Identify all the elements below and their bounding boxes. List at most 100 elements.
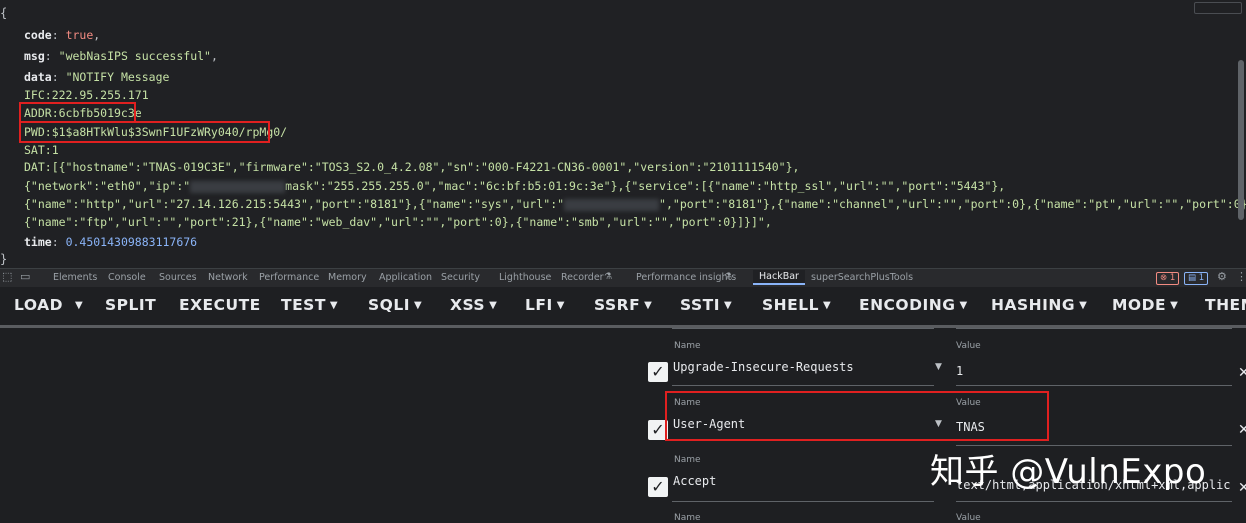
caret-down-icon: ▼: [1079, 300, 1088, 311]
name-underline: [672, 385, 934, 386]
menu-execute-label: EXECUTE: [179, 296, 261, 314]
data-line-network: {"network":"eth0","ip":" mask":"255.255.2…: [24, 179, 1005, 194]
menu-execute[interactable]: EXECUTE: [179, 296, 261, 314]
flask-icon: ⚗: [604, 272, 613, 282]
tab-supersearchplustools[interactable]: superSearchPlusTools: [811, 272, 913, 283]
kebab-menu-icon[interactable]: ⋮: [1236, 271, 1246, 283]
menu-mode-label: MODE: [1112, 296, 1167, 314]
json-close-brace: }: [0, 252, 8, 266]
menu-test[interactable]: TEST ▼: [281, 296, 338, 314]
menu-hashing[interactable]: HASHING ▼: [991, 296, 1087, 314]
header-value-input[interactable]: 1: [956, 364, 963, 378]
data-line-ftp: {"name":"ftp","url":"","port":21},{"name…: [24, 215, 772, 229]
menu-hashing-label: HASHING: [991, 296, 1076, 314]
header-name-input[interactable]: Upgrade-Insecure-Requests: [673, 360, 854, 374]
caret-down-icon: ▼: [489, 300, 498, 311]
header-enabled-checkbox[interactable]: ✓: [648, 477, 668, 497]
check-icon: ✓: [651, 420, 665, 439]
message-count-badge[interactable]: ▤ 1: [1184, 272, 1209, 285]
tab-lighthouse[interactable]: Lighthouse: [499, 272, 551, 283]
menu-encoding-label: ENCODING: [859, 296, 956, 314]
menu-sqli[interactable]: SQLI ▼: [368, 296, 422, 314]
caret-down-icon: ▼: [723, 300, 733, 311]
caret-down-icon: ▼: [413, 300, 423, 311]
menu-encoding[interactable]: ENCODING ▼: [859, 296, 968, 314]
zhihu-watermark: 知乎 @VulnExpo: [930, 452, 1207, 492]
caret-down-icon: ▼: [644, 300, 653, 311]
tab-application[interactable]: Application: [379, 272, 432, 283]
menu-split-label: SPLIT: [105, 296, 157, 314]
tab-sources[interactable]: Sources: [159, 272, 197, 283]
json-value-code: true: [65, 28, 94, 42]
value-underline: [956, 328, 1232, 329]
tab-memory[interactable]: Memory: [328, 272, 367, 283]
json-value-data-head: "NOTIFY Message: [65, 70, 170, 84]
close-icon[interactable]: ✕: [1238, 480, 1246, 496]
caret-down-icon[interactable]: ▼: [935, 362, 942, 372]
tab-performance-insights[interactable]: Performance insights: [636, 272, 736, 283]
check-icon: ✓: [651, 362, 665, 381]
highlight-addr-box: [19, 102, 136, 123]
menu-load-dropdown[interactable]: ▼: [71, 296, 83, 314]
menu-mode[interactable]: MODE ▼: [1112, 296, 1178, 314]
tab-recorder[interactable]: Recorder: [561, 272, 604, 283]
menu-ssrf[interactable]: SSRF ▼: [594, 296, 652, 314]
value-underline: [956, 501, 1232, 502]
menu-split[interactable]: SPLIT: [105, 296, 156, 314]
tab-elements[interactable]: Elements: [53, 272, 97, 283]
name-underline: [672, 328, 934, 329]
caret-down-icon: ▼: [822, 300, 832, 311]
json-line-code: code: true,: [24, 28, 101, 42]
caret-down-icon: ▼: [1170, 300, 1179, 311]
menu-shell[interactable]: SHELL ▼: [762, 296, 831, 314]
tab-console[interactable]: Console: [108, 272, 146, 283]
caret-down-icon: ▼: [329, 300, 339, 311]
devtools-tab-bar: ⬚ ▭ Elements Console Sources Network Per…: [0, 268, 1246, 288]
menu-theme[interactable]: THEM: [1205, 296, 1246, 314]
header-enabled-checkbox[interactable]: ✓: [648, 362, 668, 382]
json-key-msg: msg: [24, 49, 45, 63]
caret-down-icon: ▼: [959, 300, 968, 311]
json-line-msg: msg: "webNasIPS successful",: [24, 49, 218, 63]
menu-xss[interactable]: XSS ▼: [450, 296, 497, 314]
inspect-icon[interactable]: ⬚: [2, 271, 14, 283]
menu-theme-label: THEM: [1205, 296, 1246, 314]
error-count-badge[interactable]: ⊗ 1: [1156, 272, 1180, 285]
name-label: Name: [674, 341, 701, 351]
device-toolbar-icon[interactable]: ▭: [20, 271, 32, 283]
menu-load[interactable]: LOAD: [14, 296, 63, 314]
tab-network[interactable]: Network: [208, 272, 248, 283]
header-name-input[interactable]: Accept: [673, 474, 716, 488]
data-line-dat: DAT:[{"hostname":"TNAS-019C3E","firmware…: [24, 160, 800, 174]
tab-security[interactable]: Security: [441, 272, 480, 283]
json-key-data: data: [24, 70, 52, 84]
data-line-http: {"name":"http","url":"27.14.126.215:5443…: [24, 197, 1246, 212]
json-open-brace: {: [0, 6, 8, 20]
json-response-viewer: { code: true, msg: "webNasIPS successful…: [0, 0, 1246, 268]
tab-hackbar[interactable]: HackBar: [753, 270, 805, 285]
menu-ssti[interactable]: SSTI ▼: [680, 296, 732, 314]
gear-icon[interactable]: ⚙: [1217, 271, 1229, 283]
close-icon[interactable]: ✕: [1238, 422, 1246, 438]
menu-test-label: TEST: [281, 296, 326, 314]
value-underline: [956, 385, 1232, 386]
name-label: Name: [674, 513, 701, 523]
highlight-pwd-box: [19, 121, 270, 143]
data-line-sat: SAT:1: [24, 143, 59, 157]
vertical-scrollbar[interactable]: [1238, 60, 1244, 220]
json-key-time: time: [24, 235, 52, 249]
http-suffix: ","port":"8181"},{"name":"channel","url"…: [659, 197, 1246, 211]
json-line-data: data: "NOTIFY Message: [24, 70, 170, 84]
tab-performance[interactable]: Performance: [259, 272, 319, 283]
json-value-msg: "webNasIPS successful": [58, 49, 211, 63]
request-headers-panel: Name Value ✓ Upgrade-Insecure-Requests ▼…: [0, 328, 1246, 523]
close-icon[interactable]: ✕: [1238, 365, 1246, 381]
highlight-user-agent-box: [665, 391, 1049, 441]
message-count: 1: [1198, 273, 1205, 283]
json-value-time: 0.45014309883117676: [65, 235, 198, 249]
name-underline: [672, 501, 934, 502]
minimap-thumb[interactable]: [1194, 2, 1242, 14]
menu-lfi[interactable]: LFI ▼: [525, 296, 565, 314]
flask-icon: ⚗: [724, 272, 733, 282]
menu-load-label: LOAD: [14, 296, 63, 314]
